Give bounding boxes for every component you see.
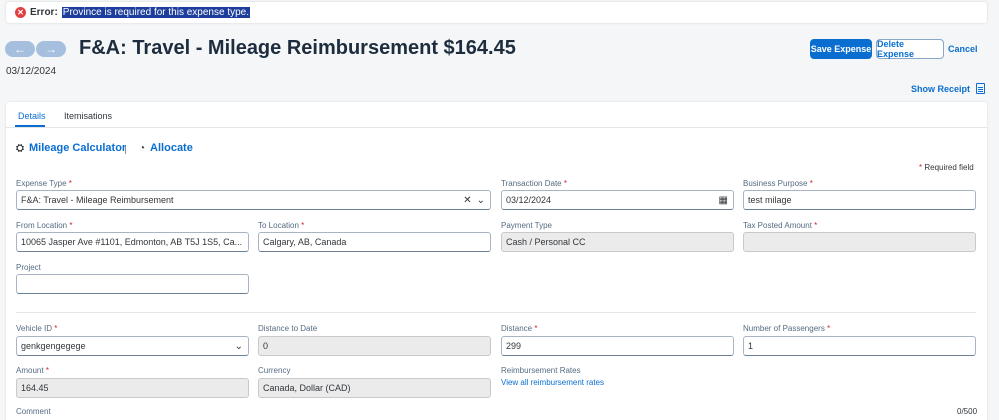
to-location-input[interactable]: Calgary, AB, Canada	[258, 232, 491, 252]
vehicle-id-select[interactable]: genkgengegege ⌄	[16, 336, 249, 356]
business-purpose-label: Business Purpose *	[743, 179, 813, 188]
delete-expense-button[interactable]: Delete Expense	[876, 39, 944, 59]
currency-field: Canada, Dollar (CAD)	[258, 378, 491, 398]
page-title: F&A: Travel - Mileage Reimbursement $164…	[79, 37, 516, 59]
tax-posted-amount-field	[743, 232, 976, 252]
vehicle-id-value: genkgengegege	[21, 341, 86, 351]
payment-type-field: Cash / Personal CC	[501, 232, 734, 252]
expense-type-select[interactable]: F&A: Travel - Mileage Reimbursement ✕ ⌄	[16, 190, 491, 210]
previous-expense-button[interactable]: ←	[5, 41, 35, 57]
vehicle-id-label: Vehicle ID *	[16, 324, 58, 333]
project-input[interactable]	[16, 274, 249, 294]
arrow-right-icon: →	[45, 42, 57, 56]
section-divider	[16, 312, 976, 313]
allocate-link[interactable]: ◔ Allocate	[139, 142, 193, 154]
transaction-date-field[interactable]: 03/12/2024 ▦	[501, 190, 734, 210]
amount-field: 164.45	[16, 378, 249, 398]
active-tab-indicator	[15, 125, 45, 127]
view-reimbursement-rates-link[interactable]: View all reimbursement rates	[501, 378, 604, 387]
mileage-calculator-link[interactable]: ⛭ Mileage Calculator	[16, 142, 126, 154]
error-message-strip: ✕ Error: Province is required for this e…	[6, 2, 987, 23]
distance-to-date-field: 0	[258, 336, 491, 356]
business-purpose-input[interactable]: test milage	[743, 190, 976, 210]
error-circle-icon: ✕	[15, 7, 26, 18]
distance-input[interactable]: 299	[501, 336, 734, 356]
arrow-left-icon: ←	[14, 42, 26, 56]
business-purpose-value: test milage	[748, 195, 792, 205]
currency-label: Currency	[258, 366, 291, 375]
chevron-down-icon[interactable]: ⌄	[477, 195, 485, 206]
receipt-icon	[976, 83, 986, 94]
distance-to-date-value: 0	[263, 341, 269, 351]
to-location-value: Calgary, AB, Canada	[263, 237, 347, 247]
distance-label: Distance *	[501, 324, 538, 333]
reimbursement-rates-label: Reimbursement Rates	[501, 366, 581, 375]
comment-label: Comment	[16, 407, 51, 416]
mileage-calculator-label: Mileage Calculator	[29, 142, 127, 154]
comment-char-counter: 0/500	[957, 407, 978, 416]
expense-type-value: F&A: Travel - Mileage Reimbursement	[21, 195, 174, 205]
expense-details-panel: Details Itemisations ⛭ Mileage Calculato…	[6, 102, 987, 420]
distance-value: 299	[506, 341, 522, 351]
calendar-icon[interactable]: ▦	[719, 195, 728, 206]
amount-value: 164.45	[21, 383, 49, 393]
pie-chart-icon: ◔	[139, 142, 146, 154]
cancel-button[interactable]: Cancel	[948, 39, 978, 59]
passengers-label: Number of Passengers *	[743, 324, 831, 333]
from-location-input[interactable]: 10065 Jasper Ave #1101, Edmonton, AB T5J…	[16, 232, 249, 252]
passengers-value: 1	[748, 341, 754, 351]
tax-posted-amount-label: Tax Posted Amount *	[743, 221, 818, 230]
payment-type-value: Cash / Personal CC	[506, 237, 586, 247]
transaction-date-value: 03/12/2024	[506, 195, 552, 205]
currency-value: Canada, Dollar (CAD)	[263, 383, 351, 393]
next-expense-button[interactable]: →	[36, 41, 66, 57]
project-label: Project	[16, 263, 41, 272]
amount-label: Amount *	[16, 366, 49, 375]
error-label: Error:	[30, 7, 58, 18]
required-field-note: * Required field	[919, 163, 974, 172]
to-location-label: To Location *	[258, 221, 305, 230]
passengers-input[interactable]: 1	[743, 336, 976, 356]
expense-date: 03/12/2024	[6, 66, 57, 77]
show-receipt-label: Show Receipt	[911, 83, 971, 94]
tab-itemisations[interactable]: Itemisations	[64, 111, 112, 121]
expense-type-label: Expense Type *	[16, 179, 72, 188]
save-expense-button[interactable]: Save Expense	[810, 39, 872, 59]
transaction-date-label: Transaction Date *	[501, 179, 567, 188]
clear-icon[interactable]: ✕	[463, 195, 471, 206]
calculator-icon: ⛭	[16, 142, 24, 154]
chevron-down-icon[interactable]: ⌄	[235, 341, 243, 352]
tab-bar: Details Itemisations	[6, 102, 987, 128]
error-message: Province is required for this expense ty…	[61, 7, 251, 18]
action-separator	[125, 146, 126, 154]
distance-to-date-label: Distance to Date	[258, 324, 318, 333]
from-location-value: 10065 Jasper Ave #1101, Edmonton, AB T5J…	[21, 237, 243, 247]
show-receipt-button[interactable]: Show Receipt	[911, 83, 986, 94]
tab-details[interactable]: Details	[18, 111, 46, 121]
payment-type-label: Payment Type	[501, 221, 552, 230]
from-location-label: From Location *	[16, 221, 73, 230]
allocate-label: Allocate	[150, 142, 193, 154]
